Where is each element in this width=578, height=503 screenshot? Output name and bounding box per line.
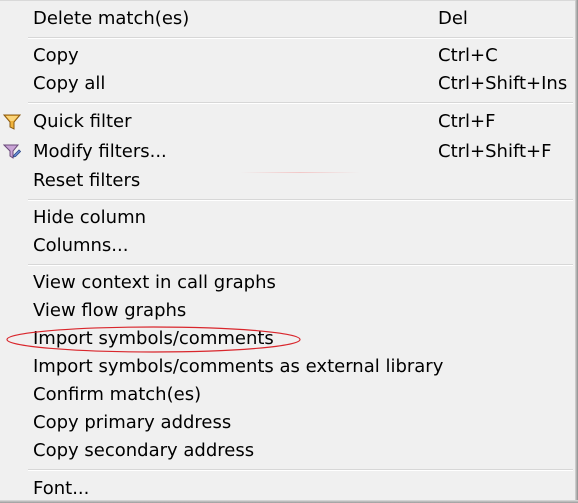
menu-item-shortcut: Ctrl+C: [438, 45, 498, 66]
menu-item-label: Import symbols/comments as external libr…: [33, 356, 444, 377]
menu-item-label: View context in call graphs: [33, 272, 276, 293]
menu-item-label: Hide column: [33, 207, 147, 228]
menu-item-reset-filters[interactable]: Reset filters: [0, 167, 575, 195]
menu-item-label: Copy primary address: [33, 412, 232, 433]
menu-item-label: Columns...: [33, 235, 129, 256]
funnel-edit-icon: [2, 143, 22, 161]
context-menu: Delete match(es) Del Copy Ctrl+C Copy al…: [0, 0, 578, 503]
menu-item-copy-primary-address[interactable]: Copy primary address: [0, 409, 575, 437]
menu-item-quick-filter[interactable]: Quick filter Ctrl+F: [0, 108, 575, 136]
menu-separator: [28, 199, 573, 201]
menu-item-label: Modify filters...: [33, 141, 167, 162]
menu-item-shortcut: Ctrl+Shift+Ins: [438, 73, 568, 94]
menu-item-shortcut: Del: [438, 8, 468, 29]
annotation-ellipse: [6, 326, 301, 353]
menu-item-modify-filters[interactable]: Modify filters... Ctrl+Shift+F: [0, 138, 575, 166]
menu-separator: [28, 102, 573, 104]
menu-item-copy-secondary-address[interactable]: Copy secondary address: [0, 437, 575, 465]
menu-item-label: Copy: [33, 45, 79, 66]
menu-item-label: Delete match(es): [33, 8, 190, 29]
menu-item-view-context-call-graphs[interactable]: View context in call graphs: [0, 269, 575, 297]
menu-item-delete-matches[interactable]: Delete match(es) Del: [0, 5, 575, 33]
menu-item-label: Quick filter: [33, 111, 132, 132]
menu-item-label: Reset filters: [33, 170, 141, 191]
menu-item-label: Font...: [33, 478, 90, 499]
menu-item-label: Confirm match(es): [33, 384, 202, 405]
menu-separator: [28, 469, 573, 471]
menu-item-label: Copy all: [33, 73, 106, 94]
menu-item-copy[interactable]: Copy Ctrl+C: [0, 42, 575, 70]
menu-item-label: Copy secondary address: [33, 440, 255, 461]
menu-item-view-flow-graphs[interactable]: View flow graphs: [0, 297, 575, 325]
menu-item-hide-column[interactable]: Hide column: [0, 204, 575, 232]
menu-top-border: [0, 0, 578, 1]
funnel-icon: [2, 113, 22, 131]
menu-item-columns[interactable]: Columns...: [0, 232, 575, 260]
menu-item-font[interactable]: Font...: [0, 475, 575, 503]
menu-item-shortcut: Ctrl+Shift+F: [438, 141, 552, 162]
menu-separator: [28, 264, 573, 266]
menu-item-import-symbols-external-library[interactable]: Import symbols/comments as external libr…: [0, 353, 575, 381]
menu-item-confirm-matches[interactable]: Confirm match(es): [0, 381, 575, 409]
menu-separator: [28, 37, 573, 39]
menu-item-shortcut: Ctrl+F: [438, 111, 496, 132]
menu-item-copy-all[interactable]: Copy all Ctrl+Shift+Ins: [0, 70, 575, 98]
menu-item-label: View flow graphs: [33, 300, 187, 321]
